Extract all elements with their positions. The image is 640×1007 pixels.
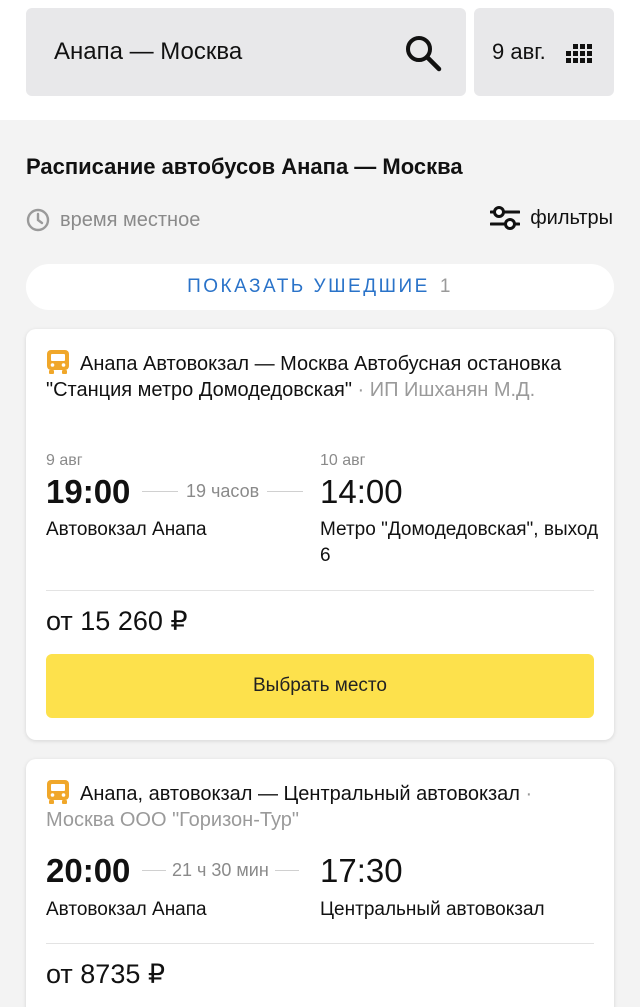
route-search-value: Анапа — Москва <box>54 38 243 65</box>
trip-card[interactable]: Анапа, автовокзал — Центральный автовокз… <box>26 759 614 1007</box>
trip-price: от 15 260 ₽ <box>46 606 188 636</box>
show-departed-label: ПОКАЗАТЬ УШЕДШИЕ <box>187 276 430 297</box>
route-search-field[interactable]: Анапа — Москва <box>26 8 466 96</box>
trip-price: от 8735 ₽ <box>46 959 166 989</box>
trip-duration: 19 часов <box>142 481 304 502</box>
duration-line <box>142 870 166 871</box>
select-seat-button[interactable]: Выбрать место <box>46 654 594 718</box>
date-picker[interactable]: 9 авг. <box>474 8 614 96</box>
trip-card[interactable]: Анапа Автовокзал — Москва Автобусная ост… <box>26 329 614 740</box>
bus-icon <box>47 780 69 804</box>
date-value: 9 авг. <box>492 39 546 64</box>
card-divider <box>46 943 594 944</box>
filter-sliders-icon <box>490 206 521 230</box>
local-time-label: время местное <box>60 208 201 231</box>
local-time-note: время местное <box>26 207 200 233</box>
bus-icon <box>47 350 69 374</box>
arrival-time: 17:30 <box>320 852 403 889</box>
duration-text: 19 часов <box>186 481 260 501</box>
clock-icon <box>26 208 50 232</box>
trip-carrier: · ИП Ишханян М.Д. <box>351 379 536 401</box>
arrival-station: Метро "Домодедовская", выход 6 <box>320 519 599 566</box>
page-title: Расписание автобусов Анапа — Москва <box>26 154 463 179</box>
duration-line <box>267 491 304 492</box>
departure-station: Автовокзал Анапа <box>46 899 207 920</box>
departure-time: 19:00 <box>46 473 131 510</box>
arrival-time: 14:00 <box>320 473 403 510</box>
top-bar: Анапа — Москва 9 авг. <box>0 0 640 120</box>
departure-station: Автовокзал Анапа <box>46 519 207 540</box>
search-icon[interactable] <box>404 34 442 72</box>
arrival-station: Центральный автовокзал <box>320 899 545 920</box>
filters-label: фильтры <box>530 206 613 229</box>
departed-count: 1 <box>439 276 453 297</box>
trip-route: Анапа Автовокзал — Москва Автобусная ост… <box>46 349 594 403</box>
card-divider <box>46 590 594 591</box>
calendar-icon <box>566 44 592 63</box>
duration-text: 21 ч 30 мин <box>172 860 269 880</box>
filters-button[interactable]: фильтры <box>490 205 613 231</box>
trip-duration: 21 ч 30 мин <box>142 860 299 881</box>
trip-route: Анапа, автовокзал — Центральный автовокз… <box>46 779 594 833</box>
duration-line <box>142 491 178 492</box>
trip-route-text: Анапа, автовокзал — Центральный автовокз… <box>80 783 520 805</box>
departure-date: 9 авг <box>46 452 83 469</box>
departure-time: 20:00 <box>46 852 131 889</box>
show-departed-button[interactable]: ПОКАЗАТЬ УШЕДШИЕ 1 <box>26 264 614 310</box>
duration-line <box>274 870 299 871</box>
arrival-date: 10 авг <box>320 452 366 469</box>
